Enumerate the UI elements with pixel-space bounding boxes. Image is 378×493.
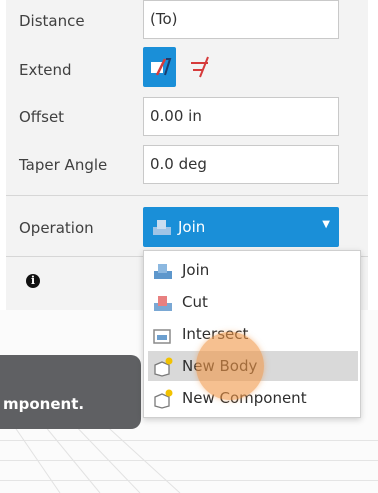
grid-perspective-lines: [9, 420, 181, 493]
extend-min-solution-icon: [191, 56, 209, 78]
operation-label: Operation: [19, 219, 94, 237]
offset-field[interactable]: 0.00 in: [143, 97, 339, 136]
menu-item-cut[interactable]: Cut: [148, 287, 358, 317]
tooltip: mponent.: [0, 355, 141, 429]
operation-dropdown[interactable]: Join ▼: [143, 207, 339, 247]
info-icon[interactable]: i: [26, 274, 40, 288]
menu-item-join[interactable]: Join: [148, 255, 358, 285]
divider: [6, 195, 368, 196]
operation-menu: Join Cut Intersect New Body: [143, 250, 361, 418]
extend-min-solution-button[interactable]: [188, 52, 218, 82]
intersect-icon: [152, 325, 174, 345]
join-icon: [152, 261, 174, 281]
extend-label: Extend: [19, 61, 72, 79]
distance-label: Distance: [19, 12, 85, 30]
offset-label: Offset: [19, 108, 65, 126]
taper-angle-label: Taper Angle: [19, 156, 108, 174]
distance-field[interactable]: (To): [143, 0, 339, 39]
chevron-down-icon: ▼: [322, 219, 330, 230]
operation-selected-value: Join: [178, 218, 206, 236]
extend-to-object-button[interactable]: [143, 47, 176, 87]
join-icon: [151, 217, 173, 241]
taper-angle-field[interactable]: 0.0 deg: [143, 145, 339, 184]
new-component-icon: [152, 389, 174, 409]
menu-item-label: Cut: [182, 293, 208, 311]
tooltip-text: mponent.: [3, 395, 85, 413]
new-body-icon: [152, 357, 174, 377]
click-indicator: [196, 332, 264, 400]
extend-to-object-icon: [151, 58, 172, 76]
cut-icon: [152, 293, 174, 313]
menu-item-label: Join: [182, 261, 210, 279]
